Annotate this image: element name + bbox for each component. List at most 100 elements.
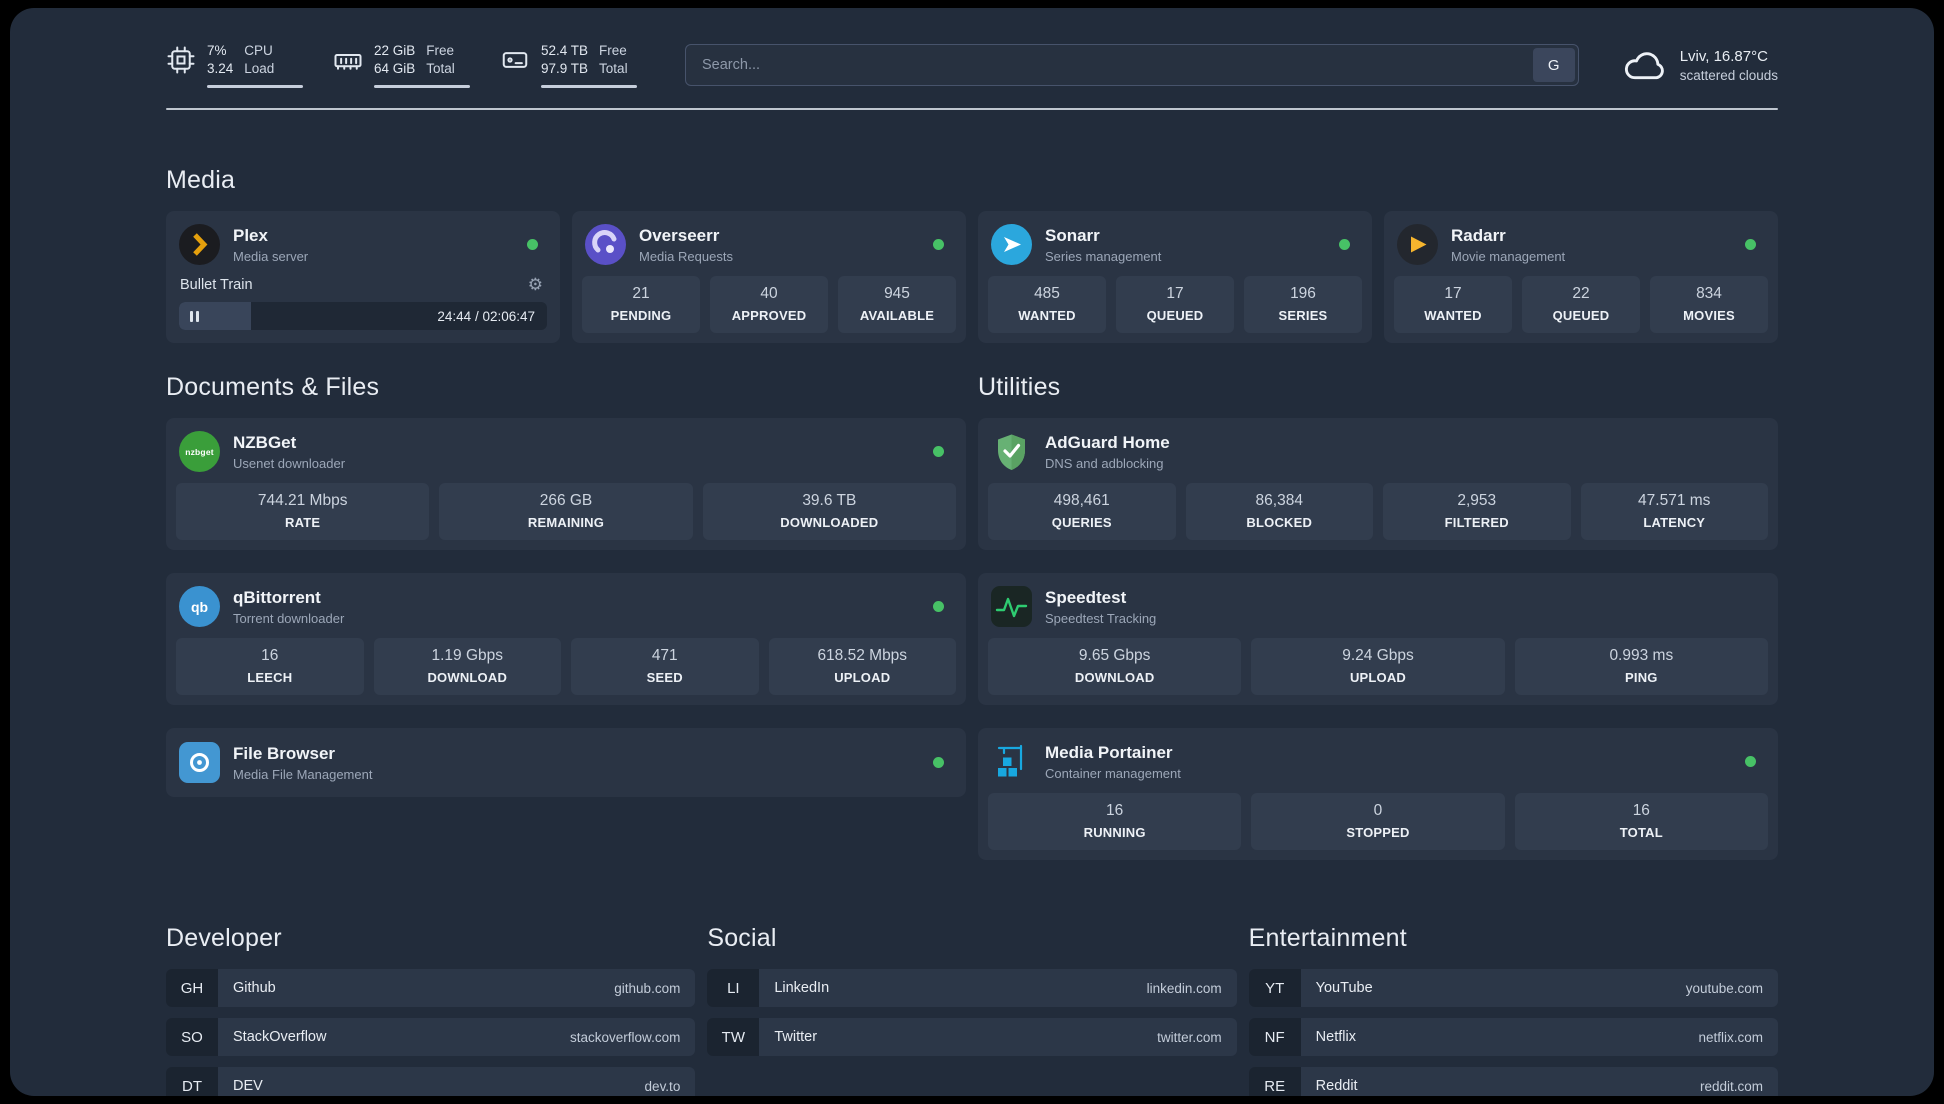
bookmark-domain: netflix.com xyxy=(1698,1029,1763,1045)
stat-value: 485 xyxy=(1034,285,1060,303)
section-title-media: Media xyxy=(166,166,236,195)
app-subtitle: Movie management xyxy=(1451,248,1566,264)
stat-value: 0.993 ms xyxy=(1609,647,1674,665)
bookmark-abbr: YT xyxy=(1248,969,1301,1008)
section-title-documents: Documents & Files xyxy=(166,373,380,402)
app-name: Plex xyxy=(233,225,268,245)
cloud-icon xyxy=(1623,47,1667,83)
stat-label: DOWNLOAD xyxy=(1074,670,1155,686)
card-speedtest[interactable]: Speedtest Speedtest Tracking 9.65 Gbps D… xyxy=(978,573,1778,706)
disk-free-label: Free xyxy=(599,43,627,58)
card-filebrowser[interactable]: File Browser Media File Management xyxy=(166,728,966,798)
section-title-entertainment: Entertainment xyxy=(1248,924,1407,953)
bookmark-reddit[interactable]: RE Reddit reddit.com xyxy=(1248,1067,1778,1096)
stat-value: 1.19 Gbps xyxy=(431,647,504,665)
stat-tile: 498,461 QUERIES xyxy=(988,483,1176,541)
stat-tile: 834 MOVIES xyxy=(1650,276,1768,334)
app-name: File Browser xyxy=(233,743,336,763)
search-input[interactable] xyxy=(685,44,1579,87)
stat-tile: 0.993 ms PING xyxy=(1514,638,1768,696)
gear-icon[interactable]: ⚙ xyxy=(528,276,543,293)
bookmark-linkedin[interactable]: LI LinkedIn linkedin.com xyxy=(707,969,1237,1008)
playback-time: 24:44 / 02:06:47 xyxy=(437,308,535,324)
app-subtitle: Media File Management xyxy=(233,766,373,782)
card-nzbget[interactable]: nzbget NZBGet Usenet downloader 744.21 M… xyxy=(166,418,966,551)
stat-label: WANTED xyxy=(1018,308,1076,324)
bookmark-youtube[interactable]: YT YouTube youtube.com xyxy=(1248,969,1778,1008)
bookmark-stackoverflow[interactable]: SO StackOverflow stackoverflow.com xyxy=(166,1018,696,1057)
bookmark-domain: twitter.com xyxy=(1157,1029,1222,1045)
status-dot xyxy=(527,239,538,251)
stat-value: 834 xyxy=(1696,285,1722,303)
bookmark-abbr: NF xyxy=(1248,1018,1301,1057)
stat-value: 498,461 xyxy=(1053,492,1110,510)
bookmark-abbr: SO xyxy=(166,1018,218,1057)
stat-value: 17 xyxy=(1444,285,1462,303)
bookmark-twitter[interactable]: TW Twitter twitter.com xyxy=(707,1018,1237,1057)
section-developer: Developer GH Github github.com SO StackO… xyxy=(166,924,696,1096)
stat-label: DOWNLOADED xyxy=(780,515,879,531)
section-title-social: Social xyxy=(707,924,777,953)
stat-label: LATENCY xyxy=(1643,515,1706,531)
topbar-divider xyxy=(166,108,1778,111)
stat-label: QUEUED xyxy=(1146,308,1204,324)
stat-tile: 39.6 TB DOWNLOADED xyxy=(702,483,956,541)
speedtest-icon xyxy=(991,586,1032,628)
status-dot xyxy=(1745,239,1756,251)
stat-value: 21 xyxy=(632,285,650,303)
stat-value: 9.65 Gbps xyxy=(1078,647,1151,665)
section-utilities: Utilities AdGuard Home DNS and adblockin… xyxy=(978,373,1778,861)
stat-value: 266 GB xyxy=(539,492,593,510)
stat-label: SEED xyxy=(646,670,683,686)
app-subtitle: Media server xyxy=(233,248,309,264)
bookmark-name: Netflix xyxy=(1315,1029,1356,1046)
stat-label: TOTAL xyxy=(1619,825,1663,841)
portainer-icon xyxy=(991,741,1032,782)
app-subtitle: Speedtest Tracking xyxy=(1045,610,1157,626)
weather-condition: scattered clouds xyxy=(1679,67,1778,83)
section-title-developer: Developer xyxy=(166,924,282,953)
app-subtitle: DNS and adblocking xyxy=(1045,455,1164,471)
stat-label: APPROVED xyxy=(731,308,807,324)
stat-tile: 9.24 Gbps UPLOAD xyxy=(1251,638,1505,696)
stat-tile: 17 WANTED xyxy=(1394,276,1512,334)
card-adguard[interactable]: AdGuard Home DNS and adblocking 498,461 … xyxy=(978,418,1778,551)
section-entertainment: Entertainment YT YouTube youtube.com NF … xyxy=(1248,924,1778,1096)
ram-icon xyxy=(333,45,363,75)
card-qbittorrent[interactable]: qb qBittorrent Torrent downloader 16 LEE… xyxy=(166,573,966,706)
card-sonarr[interactable]: Sonarr Series management 485 WANTED 17 Q… xyxy=(978,211,1372,344)
app-subtitle: Series management xyxy=(1045,248,1162,264)
card-overseerr[interactable]: Overseerr Media Requests 21 PENDING 40 A… xyxy=(572,211,966,344)
plex-icon xyxy=(179,224,220,266)
app-name: NZBGet xyxy=(233,432,297,452)
app-name: qBittorrent xyxy=(233,587,321,607)
stat-tile: 16 TOTAL xyxy=(1514,793,1768,851)
disk-free-value: 52.4 TB xyxy=(541,43,589,58)
bookmark-netflix[interactable]: NF Netflix netflix.com xyxy=(1248,1018,1778,1057)
stat-tile: 16 RUNNING xyxy=(988,793,1242,851)
stat-label: QUEUED xyxy=(1552,308,1610,324)
stat-tile: 40 APPROVED xyxy=(710,276,828,334)
stat-label: PING xyxy=(1625,670,1658,686)
card-portainer[interactable]: Media Portainer Container management 16 … xyxy=(978,728,1778,861)
cpu-bar xyxy=(207,85,303,89)
stat-value: 47.571 ms xyxy=(1638,492,1711,510)
ram-free-value: 22 GiB xyxy=(374,43,416,58)
cpu-stat: 7% 3.24 CPU Load xyxy=(166,42,303,89)
bookmark-github[interactable]: GH Github github.com xyxy=(166,969,696,1008)
nzbget-icon: nzbget xyxy=(179,431,220,473)
bookmark-domain: dev.to xyxy=(644,1078,681,1094)
section-social: Social LI LinkedIn linkedin.com TW Twitt… xyxy=(707,924,1237,1057)
pause-icon[interactable] xyxy=(190,310,199,322)
stat-value: 39.6 TB xyxy=(802,492,857,510)
search-engine-button[interactable]: G xyxy=(1532,48,1575,83)
bookmark-dev[interactable]: DT DEV dev.to xyxy=(166,1067,696,1096)
disk-total-value: 97.9 TB xyxy=(541,61,589,77)
card-plex[interactable]: Plex Media server Bullet Train ⚙ 24:44 /… xyxy=(166,211,560,344)
playback-progress-bar[interactable]: 24:44 / 02:06:47 xyxy=(179,302,547,331)
stat-tile: 21 PENDING xyxy=(582,276,700,334)
card-radarr[interactable]: Radarr Movie management 17 WANTED 22 QUE… xyxy=(1384,211,1778,344)
overseerr-icon xyxy=(585,224,626,266)
nzbget-icon-text: nzbget xyxy=(185,446,214,457)
cpu-label: CPU xyxy=(244,43,273,58)
